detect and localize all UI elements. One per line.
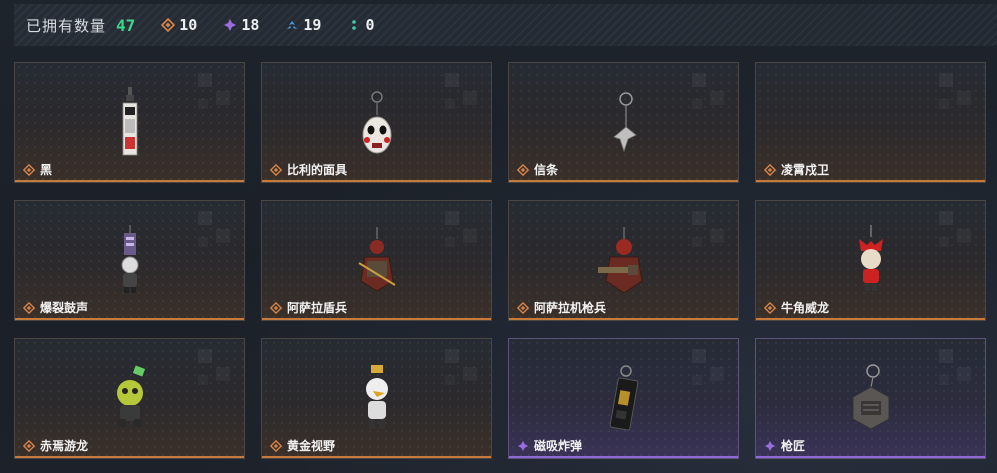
- charm-card[interactable]: 信条: [508, 62, 739, 183]
- card-pattern: [692, 349, 732, 389]
- orange-diamond-icon: [23, 301, 35, 314]
- card-pattern: [198, 211, 238, 251]
- card-pattern: [445, 73, 485, 113]
- charm-name: 阿萨拉机枪兵: [517, 299, 606, 316]
- charm-name-text: 牛角威龙: [781, 301, 830, 315]
- purple-diamond-icon: [764, 440, 776, 451]
- charm-name-text: 信条: [534, 163, 559, 177]
- charm-name-text: 阿萨拉盾兵: [287, 301, 348, 315]
- shield-soldier-charm-icon: [357, 227, 396, 292]
- owned-summary-bar: 已拥有数量 47 10 18 19 0: [14, 4, 997, 46]
- stat-teal: 0: [347, 16, 375, 34]
- tag-charm-icon: [122, 87, 137, 156]
- charm-name-text: 阿萨拉机枪兵: [534, 301, 607, 315]
- drummer-charm-icon: [121, 225, 138, 293]
- charm-card[interactable]: 赤焉游龙: [14, 338, 245, 459]
- gunner-charm-icon: [597, 227, 643, 294]
- charm-name: 比利的面具: [270, 161, 347, 178]
- charm-name-text: 枪匠: [781, 439, 806, 453]
- charm-name: 阿萨拉盾兵: [270, 299, 347, 316]
- stat-blue-value: 19: [303, 16, 322, 34]
- orange-diamond-icon: [270, 301, 282, 314]
- charm-grid: 黑 比利的面具 信条 凌霄戍卫 爆裂鼓声 阿萨拉盾兵 阿萨拉机枪兵 牛角威龙 赤…: [14, 62, 986, 459]
- purple-diamond-icon: [224, 19, 237, 31]
- charm-name-text: 磁吸炸弹: [534, 439, 583, 453]
- stat-orange: 10: [161, 16, 197, 34]
- stat-purple-value: 18: [241, 16, 260, 34]
- card-pattern: [198, 349, 238, 389]
- charm-card[interactable]: 凌霄戍卫: [755, 62, 986, 183]
- charm-card[interactable]: 阿萨拉盾兵: [261, 200, 492, 321]
- orange-diamond-icon: [764, 163, 776, 176]
- blade-charm-icon: [612, 92, 637, 153]
- card-pattern: [939, 349, 979, 389]
- golden-vision-charm-icon: [365, 365, 388, 429]
- charm-name: 信条: [517, 161, 558, 178]
- charm-name-text: 黑: [40, 163, 53, 177]
- charm-name-text: 黄金视野: [287, 439, 336, 453]
- charm-name: 牛角威龙: [764, 299, 829, 316]
- orange-diamond-icon: [23, 439, 35, 452]
- charm-name: 磁吸炸弹: [517, 437, 582, 454]
- charm-name-text: 凌霄戍卫: [781, 163, 830, 177]
- orange-diamond-icon: [23, 163, 35, 176]
- stat-teal-value: 0: [365, 16, 375, 34]
- teal-dots-icon: [352, 20, 357, 30]
- orange-diamond-icon: [517, 301, 529, 314]
- charm-name-text: 比利的面具: [287, 163, 348, 177]
- charm-name-text: 赤焉游龙: [40, 439, 89, 453]
- owned-count: 47: [116, 15, 136, 35]
- card-pattern: [692, 211, 732, 251]
- charm-card[interactable]: 磁吸炸弹: [508, 338, 739, 459]
- charm-name: 赤焉游龙: [23, 437, 88, 454]
- orange-diamond-icon: [270, 163, 282, 176]
- charm-name: 黑: [23, 161, 52, 178]
- bomb-charm-icon: [609, 365, 638, 431]
- charm-card[interactable]: 黑: [14, 62, 245, 183]
- charm-card[interactable]: 枪匠: [755, 338, 986, 459]
- card-pattern: [939, 73, 979, 113]
- orange-diamond-icon: [161, 18, 176, 32]
- card-pattern: [939, 211, 979, 251]
- charm-name: 黄金视野: [270, 437, 335, 454]
- charm-card[interactable]: 黄金视野: [261, 338, 492, 459]
- purple-diamond-icon: [517, 440, 529, 451]
- gunsmith-box-charm-icon: [852, 364, 889, 430]
- orange-diamond-icon: [270, 439, 282, 452]
- stat-blue: 19: [285, 16, 321, 34]
- orange-diamond-icon: [764, 301, 776, 314]
- orange-diamond-icon: [517, 163, 529, 176]
- charm-name: 凌霄戍卫: [764, 161, 829, 178]
- charm-card[interactable]: 爆裂鼓声: [14, 200, 245, 321]
- mask-charm-icon: [362, 91, 391, 154]
- charm-card[interactable]: 比利的面具: [261, 62, 492, 183]
- stat-orange-value: 10: [179, 16, 198, 34]
- horned-dragon-charm-icon: [858, 225, 883, 291]
- blue-triangle-icon: [287, 21, 298, 29]
- charm-card[interactable]: 牛角威龙: [755, 200, 986, 321]
- charm-name-text: 爆裂鼓声: [40, 301, 89, 315]
- card-pattern: [198, 73, 238, 113]
- charm-name: 枪匠: [764, 437, 805, 454]
- stat-purple: 18: [223, 16, 259, 34]
- card-pattern: [445, 349, 485, 389]
- owned-label: 已拥有数量: [26, 16, 107, 35]
- charm-name: 爆裂鼓声: [23, 299, 88, 316]
- green-dragon-charm-icon: [116, 365, 145, 427]
- charm-card[interactable]: 阿萨拉机枪兵: [508, 200, 739, 321]
- card-pattern: [445, 211, 485, 251]
- card-pattern: [692, 73, 732, 113]
